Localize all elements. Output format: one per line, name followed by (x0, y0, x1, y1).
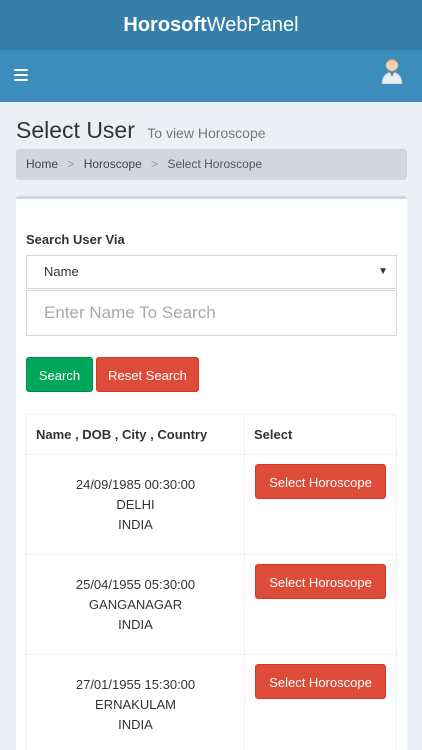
breadcrumb-separator: > (67, 157, 75, 171)
user-country: INDIA (118, 716, 153, 732)
navbar (0, 50, 422, 102)
user-avatar-icon[interactable] (381, 58, 403, 84)
user-city: GANGANAGAR (88, 596, 183, 612)
search-via-select[interactable]: Name ▼ (26, 255, 397, 289)
column-header-details: Name , DOB , City , Country (26, 414, 245, 455)
user-city: DELHI (116, 496, 155, 512)
caret-down-icon: ▼ (378, 266, 388, 277)
table-row: 27/01/1955 15:30:00 ERNAKULAM INDIA Sele… (26, 654, 397, 750)
app-title-bold: Horosoft (123, 14, 207, 36)
reset-search-button[interactable]: Reset Search (96, 357, 199, 392)
user-details-cell: 25/04/1955 05:30:00 GANGANAGAR INDIA (26, 554, 245, 655)
hamburger-icon[interactable] (14, 69, 28, 81)
user-country: INDIA (118, 516, 153, 532)
breadcrumb-current: Select Horoscope (167, 157, 263, 171)
breadcrumb-home[interactable]: Home (26, 157, 58, 171)
page-title: Select User To view Horoscope (16, 117, 266, 144)
breadcrumb-separator: > (151, 157, 159, 171)
select-horoscope-button[interactable]: Select Horoscope (255, 664, 386, 699)
breadcrumb: Home > Horoscope > Select Horoscope (16, 149, 407, 180)
search-via-value: Name (44, 264, 79, 279)
user-dob: 24/09/1985 00:30:00 (75, 476, 196, 492)
column-header-select: Select (244, 414, 397, 455)
app-title-bar: HorosoftWebPanel (0, 0, 422, 50)
app-title-rest: WebPanel (206, 14, 299, 36)
select-cell: Select Horoscope (244, 554, 397, 655)
user-country: INDIA (118, 616, 153, 632)
user-dob: 25/04/1955 05:30:00 (75, 576, 196, 592)
page-title-text: Select User (16, 117, 135, 143)
search-input[interactable] (26, 290, 397, 336)
table-row: 24/09/1985 00:30:00 DELHI INDIA Select H… (26, 454, 397, 555)
select-cell: Select Horoscope (244, 654, 397, 750)
breadcrumb-horoscope[interactable]: Horoscope (84, 157, 142, 171)
user-dob: 27/01/1955 15:30:00 (75, 676, 196, 692)
user-city: ERNAKULAM (95, 696, 176, 712)
search-button[interactable]: Search (26, 357, 93, 392)
results-table: Name , DOB , City , Country Select 24/09… (26, 414, 397, 750)
user-details-cell: 27/01/1955 15:30:00 ERNAKULAM INDIA (26, 654, 245, 750)
select-horoscope-button[interactable]: Select Horoscope (255, 464, 386, 499)
table-header-row: Name , DOB , City , Country Select (26, 414, 397, 455)
search-via-label: Search User Via (26, 232, 125, 247)
table-row: 25/04/1955 05:30:00 GANGANAGAR INDIA Sel… (26, 554, 397, 655)
page-subtitle: To view Horoscope (147, 125, 266, 141)
user-details-cell: 24/09/1985 00:30:00 DELHI INDIA (26, 454, 245, 555)
select-cell: Select Horoscope (244, 454, 397, 555)
select-horoscope-button[interactable]: Select Horoscope (255, 564, 386, 599)
